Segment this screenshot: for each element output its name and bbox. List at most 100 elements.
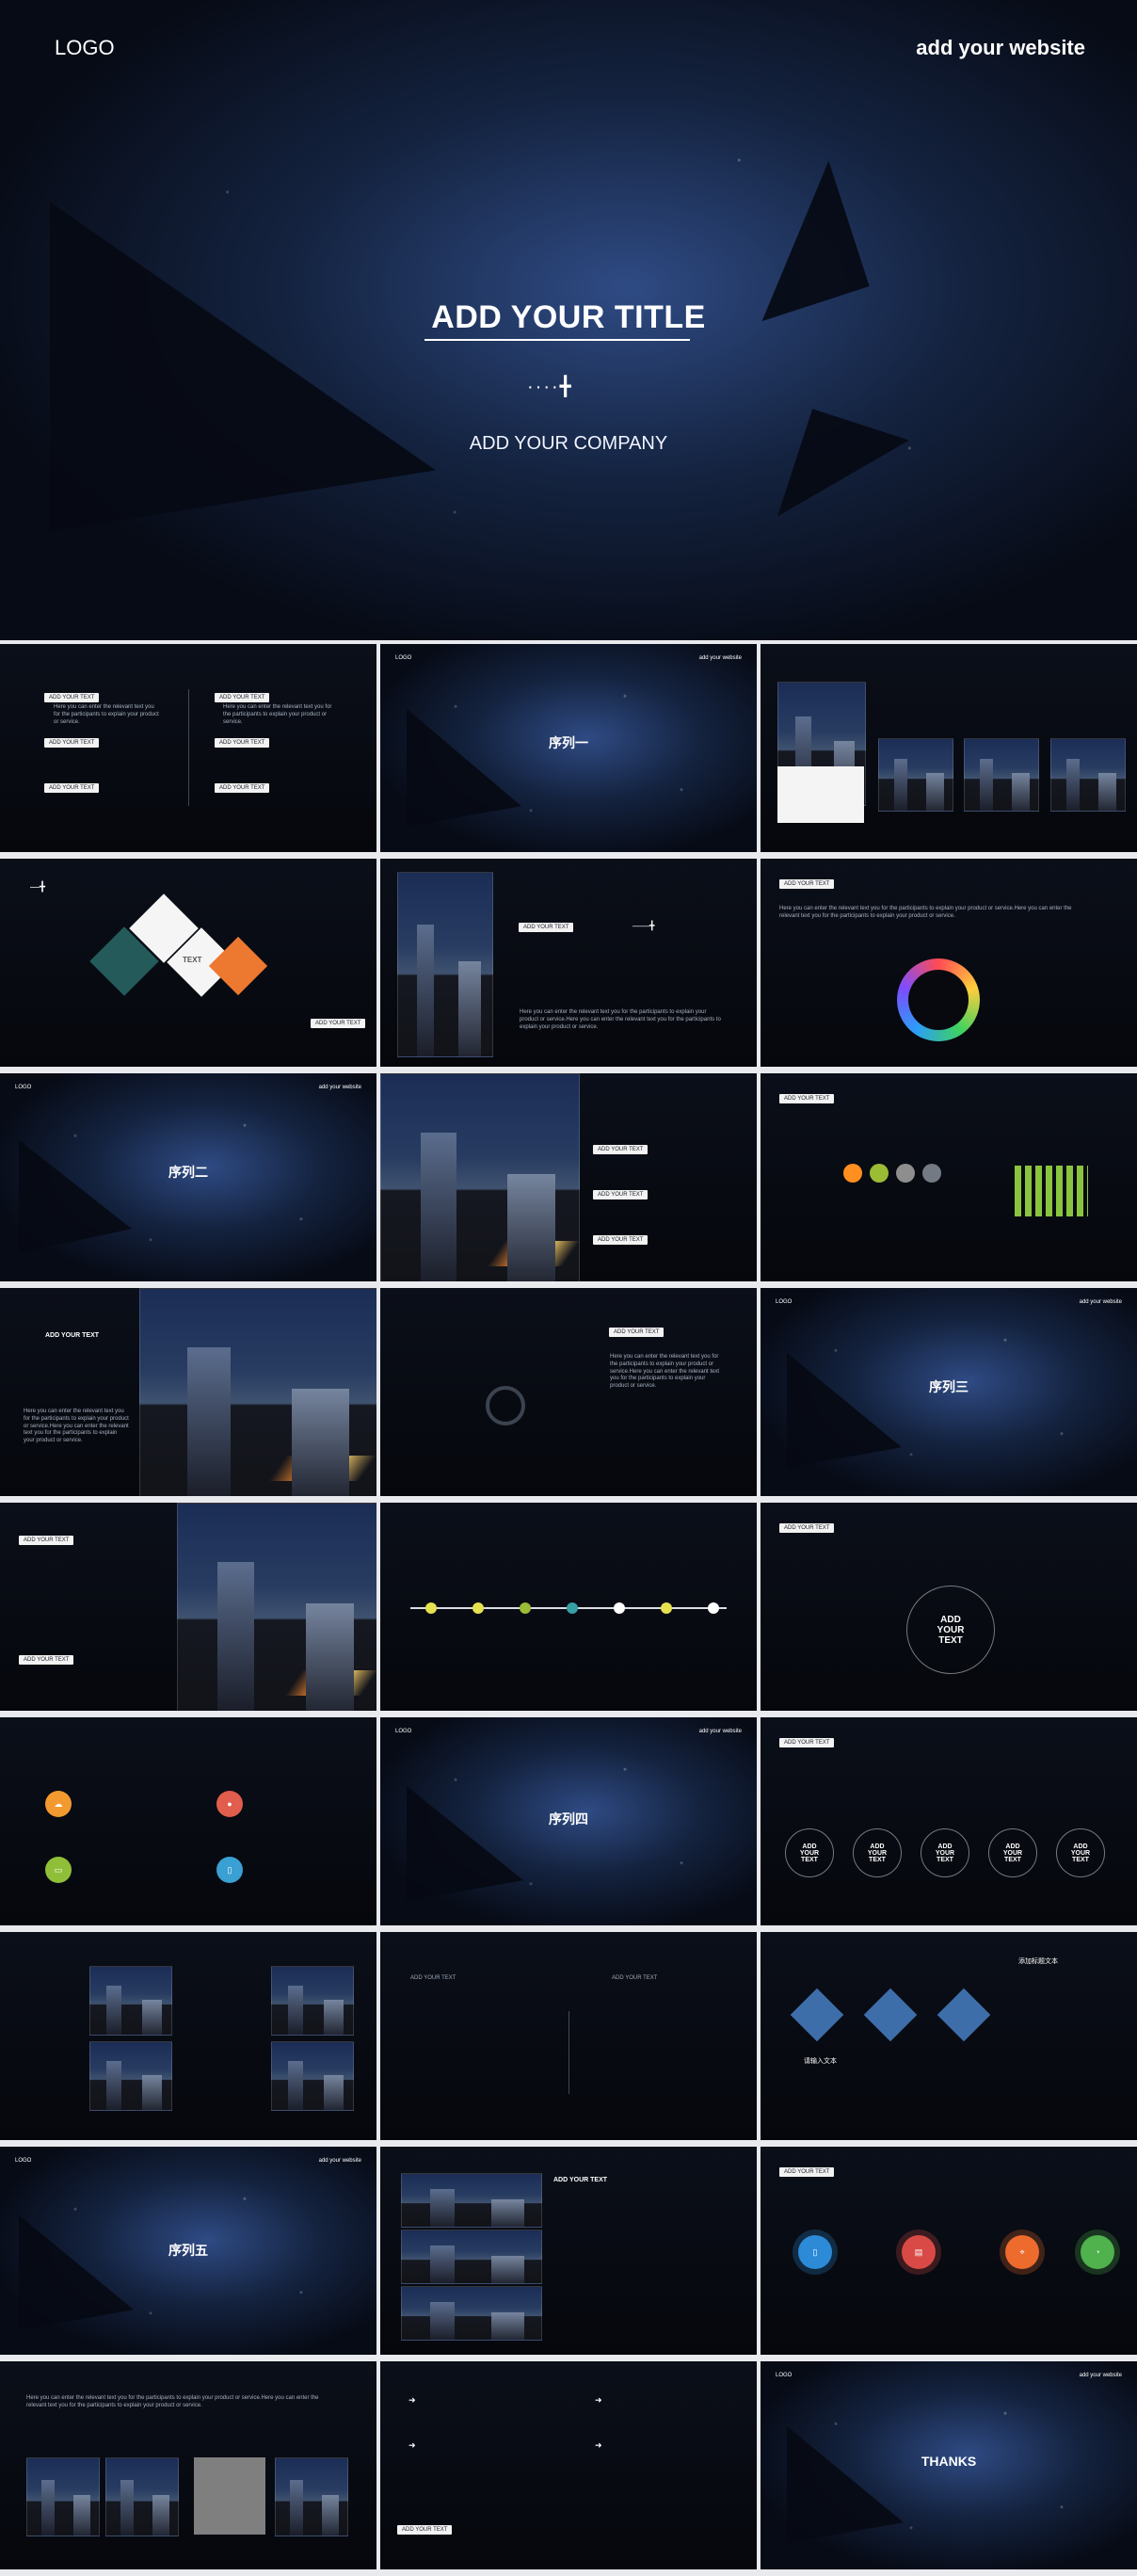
text-circle: ADD YOUR TEXT xyxy=(921,1828,969,1877)
cn-points-slide: ➜ ➜ ➜ ➜ ADD YOUR TEXT xyxy=(380,2361,757,2569)
arrow-icon: —╋ xyxy=(30,882,46,893)
slide-heading: ADD YOUR TEXT xyxy=(553,2177,608,2183)
triangle-decoration xyxy=(19,2195,134,2330)
diamond-icon xyxy=(790,1988,844,2042)
color-icons-slide: ADD YOUR TEXT ▯ ▤ ⌖ ◔ xyxy=(761,2147,1137,2355)
city-photo xyxy=(878,738,953,812)
slide-text-columns: ADD YOUR TEXT ADD YOUR TEXT ADD YOUR TEX… xyxy=(0,644,376,852)
city-labels-slide: ADD YOUR TEXT ADD YOUR TEXT ADD YOUR TEX… xyxy=(380,1073,757,1281)
thanks-title: THANKS xyxy=(921,2454,977,2469)
row-label: ADD YOUR TEXT xyxy=(44,738,100,748)
text-circle: ADD YOUR TEXT xyxy=(785,1828,834,1877)
wifi-icon: ◔ xyxy=(1081,2235,1114,2269)
city-photo xyxy=(26,2457,100,2536)
city-photo xyxy=(1050,738,1126,812)
timeline-dot xyxy=(472,1602,484,1614)
lower-right-triangle xyxy=(777,409,909,548)
hero-slide: LOGO add your website ADD YOUR TITLE ···… xyxy=(0,0,1137,640)
timeline-slide xyxy=(380,1503,757,1711)
phone-icon: ▯ xyxy=(798,2235,832,2269)
city-photo xyxy=(89,2041,172,2111)
section-slide-2: LOGO add your website 序列二 xyxy=(0,1073,376,1281)
hero-company: ADD YOUR COMPANY xyxy=(469,433,668,454)
label: ADD YOUR TEXT xyxy=(593,1190,649,1199)
row-label: ADD YOUR TEXT xyxy=(215,693,270,702)
diamond-icon xyxy=(937,1988,991,2042)
slide-website: add your website xyxy=(318,1085,361,1090)
cloud-icon: ☁ xyxy=(45,1791,72,1817)
label: ADD YOUR TEXT xyxy=(593,1145,649,1154)
slide-logo: LOGO xyxy=(776,1299,793,1305)
timeline-dot xyxy=(520,1602,531,1614)
city-photo xyxy=(380,1073,580,1281)
tile-text: TEXT xyxy=(183,956,202,964)
circle-flow-slide: ADD YOUR TEXT Here you can enter the rel… xyxy=(380,1288,757,1496)
document-icon: ▤ xyxy=(902,2235,936,2269)
top-right-triangle xyxy=(721,160,870,322)
section-title: 序列一 xyxy=(549,735,588,750)
arrow-icon: ➜ xyxy=(595,2440,602,2450)
tablet-icon: ▯ xyxy=(216,1857,243,1883)
body-text: Here you can enter the relevant text you… xyxy=(779,906,1072,919)
slide-website: add your website xyxy=(1079,2373,1122,2378)
triangle-decoration xyxy=(19,1116,132,1253)
label: ADD YOUR TEXT xyxy=(311,1019,366,1028)
thanks-slide: LOGO add your website THANKS xyxy=(761,2361,1137,2569)
two-column-text-slide: ADD YOUR TEXT ADD YOUR TEXT xyxy=(380,1932,757,2140)
section-title: 序列四 xyxy=(549,1811,588,1827)
label: ADD YOUR TEXT xyxy=(397,2525,453,2535)
stat-dot xyxy=(922,1164,941,1183)
timeline-dot xyxy=(567,1602,578,1614)
stacked-photos-slide: ADD YOUR TEXT xyxy=(380,2147,757,2355)
photo-right-slide: ADD YOUR TEXT ADD YOUR TEXT xyxy=(0,1503,376,1711)
center-circle xyxy=(486,1386,525,1425)
slide-logo: LOGO xyxy=(15,1085,32,1090)
body-text: Here you can enter the relevant text you… xyxy=(520,1009,721,1030)
section-slide-1: LOGO add your website 序列一 xyxy=(380,644,757,852)
section-slide-4: LOGO add your website 序列四 xyxy=(380,1717,757,1925)
gallery-slide: Here you can enter the relevant text you… xyxy=(0,2361,376,2569)
placeholder-image xyxy=(194,2457,265,2535)
thumbnail-grid-slide xyxy=(0,1932,376,2140)
row-label: ADD YOUR TEXT xyxy=(215,783,270,793)
arrow-icon: ➜ xyxy=(408,2395,416,2405)
label: ADD YOUR TEXT xyxy=(593,1235,649,1245)
row-label: ADD YOUR TEXT xyxy=(215,738,270,748)
body-text: Here you can enter the relevant text you… xyxy=(54,704,159,725)
body-text: Here you can enter the relevant text you… xyxy=(610,1354,720,1390)
vertical-divider xyxy=(568,2011,569,2094)
city-photo xyxy=(964,738,1039,812)
arrow-icon: ➜ xyxy=(595,2395,602,2405)
left-text-slide: ADD YOUR TEXT Here you can enter the rel… xyxy=(0,1288,376,1496)
city-photo xyxy=(271,2041,354,2111)
user-icon: ● xyxy=(216,1791,243,1817)
stat-dot xyxy=(896,1164,915,1183)
photo-grid-slide xyxy=(761,644,1137,852)
city-photo xyxy=(401,2173,542,2228)
vertical-divider xyxy=(188,689,189,806)
label: ADD YOUR TEXT xyxy=(609,1328,665,1337)
cn-title: 请输入文本 xyxy=(804,2058,837,2065)
triangle-decoration xyxy=(407,688,521,827)
text-circle: ADD YOUR TEXT xyxy=(1056,1828,1105,1877)
section-title: 序列五 xyxy=(168,2243,208,2258)
triangle-decoration xyxy=(787,1332,902,1468)
city-photo xyxy=(275,2457,348,2536)
slide-website: add your website xyxy=(1079,1299,1122,1305)
row-label: ADD YOUR TEXT xyxy=(44,693,100,702)
label: ADD YOUR TEXT xyxy=(779,1738,835,1747)
big-circle-slide: ADD YOUR TEXT ADD YOUR TEXT xyxy=(761,1503,1137,1711)
city-photo xyxy=(105,2457,179,2536)
timeline-dot xyxy=(708,1602,719,1614)
column-heading: ADD YOUR TEXT xyxy=(410,1975,456,1981)
circle-series-slide: ADD YOUR TEXT ADD YOUR TEXT ADD YOUR TEX… xyxy=(761,1717,1137,1925)
slide-logo: LOGO xyxy=(15,2158,32,2164)
ring-chart-slide: ADD YOUR TEXT Here you can enter the rel… xyxy=(761,859,1137,1067)
road-lights xyxy=(487,1240,580,1266)
icon-list-slide: ☁ ● ▭ ▯ xyxy=(0,1717,376,1925)
hero-website: add your website xyxy=(916,36,1085,59)
stat-dot xyxy=(843,1164,862,1183)
road-lights xyxy=(268,1455,376,1481)
slide-logo: LOGO xyxy=(395,1729,412,1734)
label: ADD YOUR TEXT xyxy=(779,879,835,889)
